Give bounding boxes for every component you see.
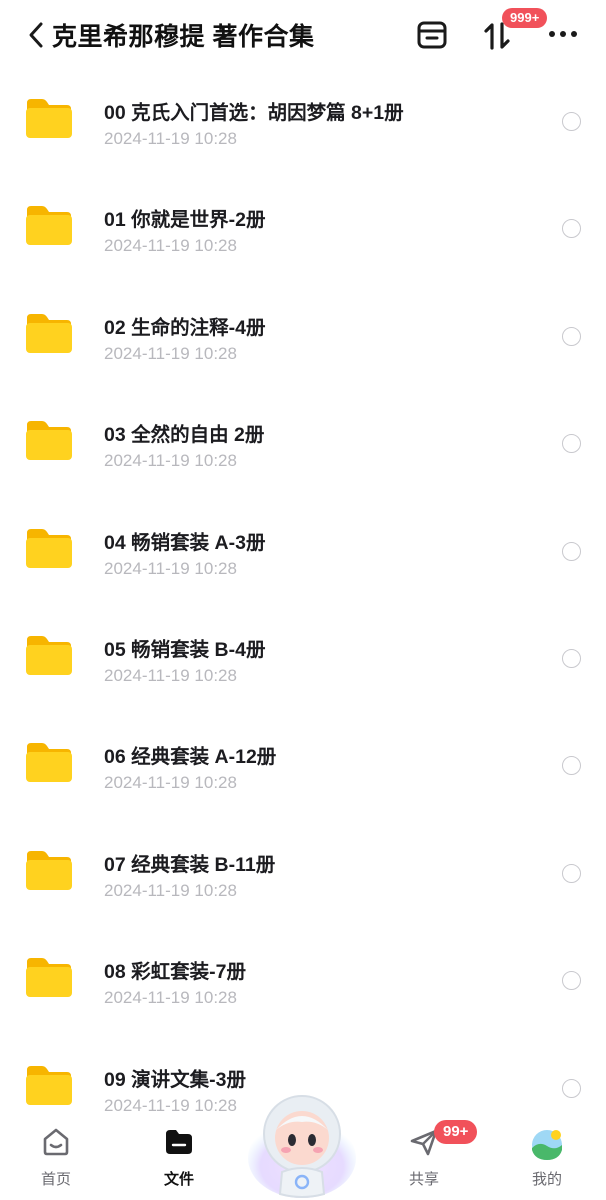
trash-icon[interactable] — [416, 20, 448, 50]
select-radio[interactable] — [562, 434, 581, 454]
tab-mine-label: 我的 — [531, 1171, 562, 1188]
folder-icon — [24, 418, 74, 462]
select-radio[interactable] — [562, 541, 581, 561]
folder-icon — [24, 311, 74, 355]
back-chevron-icon[interactable] — [26, 18, 48, 52]
file-date: 2024-11-19 10:28 — [104, 129, 237, 148]
select-radio[interactable] — [562, 326, 581, 346]
file-name: 07 经典套装 B-11册 — [104, 853, 276, 876]
file-name: 04 畅销套装 A-3册 — [104, 531, 266, 554]
file-date: 2024-11-19 10:28 — [104, 1095, 237, 1115]
list-item[interactable]: 03 全然的自由 2册 2024-11-19 10:28 — [0, 388, 606, 495]
share-count-badge: 99+ — [434, 1120, 478, 1144]
folder-icon — [24, 740, 74, 784]
tab-share-label: 共享 — [408, 1171, 439, 1188]
tab-home-label: 首页 — [40, 1171, 71, 1188]
folder-icon — [24, 955, 74, 999]
select-radio[interactable] — [562, 112, 581, 131]
select-radio[interactable] — [562, 219, 581, 239]
file-name: 01 你就是世界-2册 — [104, 209, 266, 232]
list-item[interactable]: 05 畅销套装 B-4册 2024-11-19 10:28 — [0, 603, 606, 710]
file-name: 05 畅销套装 B-4册 — [104, 638, 266, 661]
file-browser-screen: 克里希那穆提 著作合集 999+ 00 克氏入门首选：胡因梦篇 8+1册 202… — [0, 0, 606, 1200]
home-icon — [43, 1128, 69, 1156]
file-date: 2024-11-19 10:28 — [104, 558, 237, 578]
folder-icon — [24, 96, 74, 140]
folder-icon — [24, 1063, 74, 1107]
file-date: 2024-11-19 10:28 — [104, 773, 237, 793]
page-title: 克里希那穆提 著作合集 — [52, 23, 315, 51]
file-list: 00 克氏入门首选：胡因梦篇 8+1册 2024-11-19 10:28 01 … — [0, 66, 606, 1140]
select-radio[interactable] — [562, 756, 581, 776]
mascot-assistant-button[interactable] — [246, 1086, 358, 1200]
folder-icon — [24, 633, 74, 677]
select-radio[interactable] — [562, 1078, 581, 1098]
file-date: 2024-11-19 10:28 — [104, 665, 237, 685]
list-item[interactable]: 04 畅销套装 A-3册 2024-11-19 10:28 — [0, 496, 606, 603]
select-radio[interactable] — [562, 863, 581, 883]
avatar-icon — [532, 1130, 562, 1160]
folder-icon — [24, 848, 74, 892]
select-radio[interactable] — [562, 648, 581, 668]
tab-home[interactable]: 首页 — [16, 1118, 96, 1200]
folder-icon — [24, 203, 74, 247]
folder-icon — [24, 526, 74, 570]
file-date: 2024-11-19 10:28 — [104, 451, 237, 471]
tab-files-label: 文件 — [163, 1171, 194, 1188]
file-date: 2024-11-19 10:28 — [104, 343, 237, 363]
list-item[interactable]: 01 你就是世界-2册 2024-11-19 10:28 — [0, 173, 606, 280]
list-item[interactable]: 07 经典套装 B-11册 2024-11-19 10:28 — [0, 818, 606, 925]
transfer-count-badge: 999+ — [502, 8, 548, 28]
more-icon[interactable] — [546, 22, 580, 46]
list-item[interactable]: 02 生命的注释-4册 2024-11-19 10:28 — [0, 281, 606, 388]
tab-files[interactable]: 文件 — [139, 1118, 219, 1200]
file-name: 08 彩虹套装-7册 — [104, 961, 246, 984]
select-radio[interactable] — [562, 971, 581, 991]
file-date: 2024-11-19 10:28 — [104, 880, 237, 900]
list-item[interactable]: 00 克氏入门首选：胡因梦篇 8+1册 2024-11-19 10:28 — [0, 66, 606, 173]
file-name: 06 经典套装 A-12册 — [104, 746, 277, 769]
file-name: 02 生命的注释-4册 — [104, 316, 266, 339]
list-item[interactable]: 08 彩虹套装-7册 2024-11-19 10:28 — [0, 925, 606, 1032]
list-item[interactable]: 06 经典套装 A-12册 2024-11-19 10:28 — [0, 710, 606, 817]
top-bar: 克里希那穆提 著作合集 999+ — [0, 0, 606, 70]
files-icon — [166, 1130, 192, 1154]
file-name: 09 演讲文集-3册 — [104, 1068, 246, 1091]
file-date: 2024-11-19 10:28 — [104, 236, 237, 256]
file-name: 00 克氏入门首选：胡因梦篇 8+1册 — [104, 102, 404, 124]
file-name: 03 全然的自由 2册 — [104, 424, 265, 447]
tab-mine[interactable]: 我的 — [507, 1118, 587, 1200]
file-date: 2024-11-19 10:28 — [104, 988, 237, 1008]
